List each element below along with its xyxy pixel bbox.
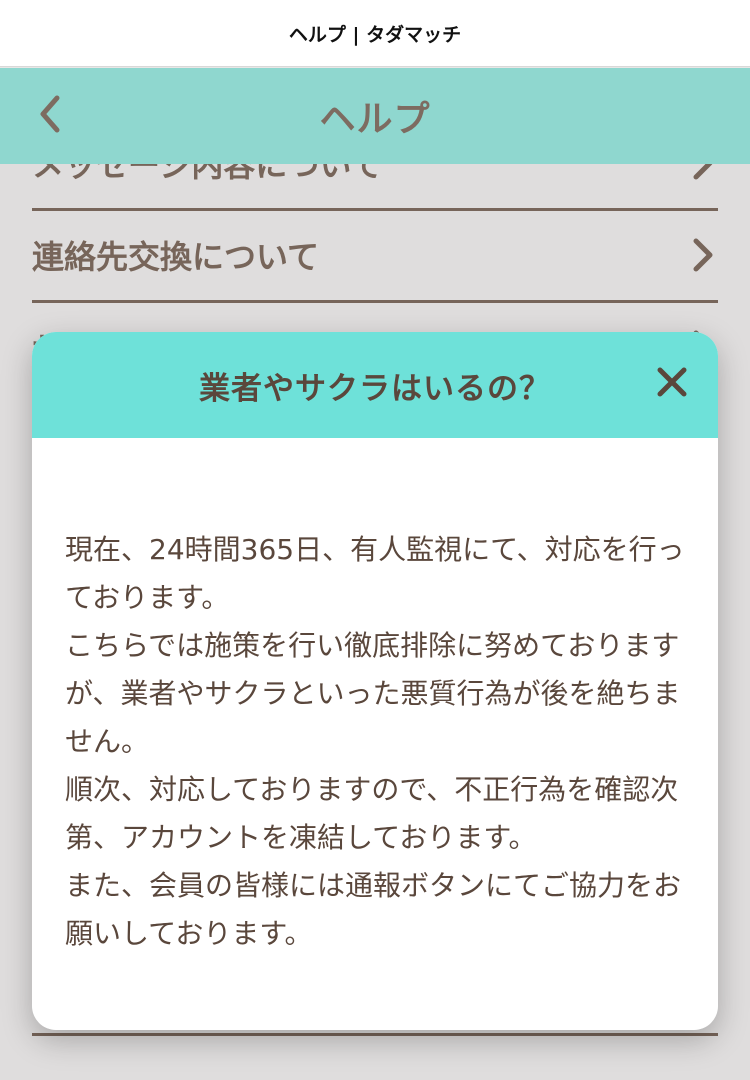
modal-title: 業者やサクラはいるの？: [199, 370, 551, 407]
modal-paragraph: こちらでは施策を行い徹底排除に努めておりますが、業者やサクラといった悪質行為が後…: [65, 629, 681, 758]
modal-paragraph: また、会員の皆様には通報ボタンにてご協力をお願いしております。: [65, 869, 682, 950]
browser-title-bar: ヘルプ | タダマッチ: [0, 0, 750, 67]
modal-body: 現在、24時間365日、有人監視にて、対応を行っております。 こちらでは施策を行…: [32, 438, 718, 958]
back-button[interactable]: [28, 92, 72, 140]
app-header: ヘルプ: [0, 68, 750, 164]
close-icon: [656, 366, 688, 402]
modal-paragraph: 現在、24時間365日、有人監視にて、対応を行っております。: [65, 533, 685, 614]
chevron-left-icon: [37, 94, 63, 138]
modal-paragraph: 順次、対応しておりますので、不正行為を確認次第、アカウントを凍結しております。: [65, 773, 679, 854]
modal-header: 業者やサクラはいるの？: [32, 332, 718, 438]
close-button[interactable]: [652, 364, 692, 404]
help-modal: 業者やサクラはいるの？ 現在、24時間365日、有人監視にて、対応を行っておりま…: [32, 332, 718, 1030]
page-title: ヘルプ: [319, 99, 431, 140]
browser-title: ヘルプ | タダマッチ: [288, 23, 462, 46]
